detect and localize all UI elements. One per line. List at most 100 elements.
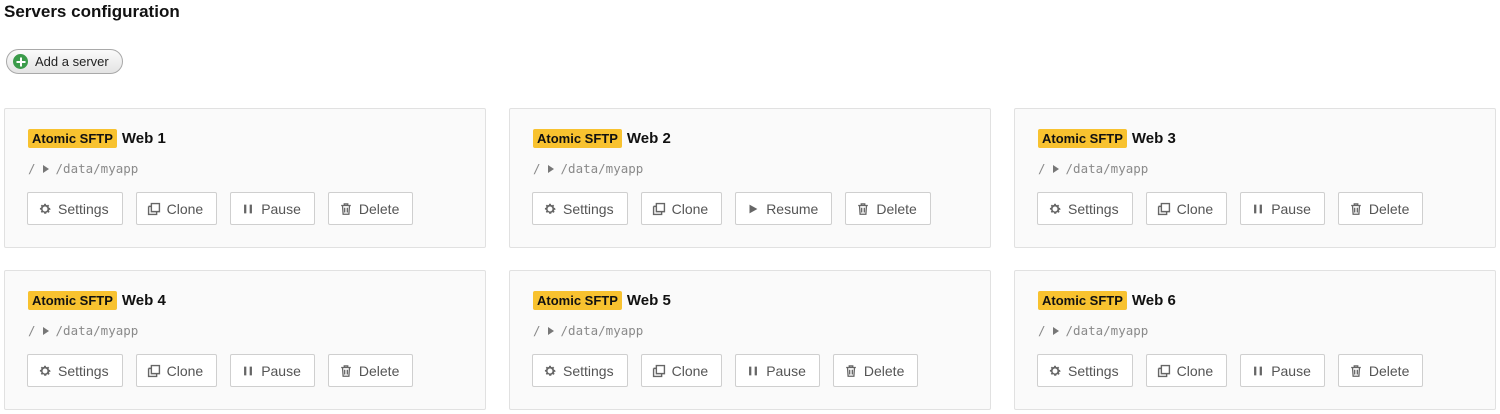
path-root: /: [28, 323, 36, 338]
pause-label: Pause: [766, 362, 806, 379]
delete-button[interactable]: Delete: [327, 354, 414, 387]
server-type-badge: Atomic SFTP: [1038, 291, 1127, 310]
page-title: Servers configuration: [4, 2, 180, 21]
trash-icon: [1349, 364, 1363, 378]
server-title: Atomic SFTP Web 2: [533, 129, 671, 148]
delete-button[interactable]: Delete: [832, 354, 919, 387]
pause-icon: [241, 364, 255, 378]
trash-icon: [844, 364, 858, 378]
settings-label: Settings: [563, 200, 614, 217]
pause-icon: [1251, 202, 1265, 216]
pause-button[interactable]: Pause: [230, 354, 315, 387]
server-type-badge: Atomic SFTP: [28, 291, 117, 310]
pause-button[interactable]: Pause: [230, 192, 315, 225]
server-name: Web 2: [626, 130, 671, 147]
trash-icon: [339, 364, 353, 378]
clone-button[interactable]: Clone: [640, 354, 723, 387]
resume-label: Resume: [766, 200, 819, 217]
add-icon: [13, 54, 28, 69]
clone-icon: [652, 364, 666, 378]
trash-icon: [1349, 202, 1363, 216]
clone-label: Clone: [1176, 362, 1214, 379]
delete-button[interactable]: Delete: [327, 192, 414, 225]
server-actions: Settings Clone Pause Delete: [27, 354, 414, 387]
path-arrow-icon: [42, 326, 49, 335]
path-arrow-icon: [1052, 326, 1059, 335]
server-card: Atomic SFTP Web 4 / /data/myapp Settings…: [4, 270, 486, 410]
server-path: / /data/myapp: [533, 323, 643, 338]
delete-label: Delete: [876, 200, 917, 217]
pause-icon: [241, 202, 255, 216]
pause-icon: [1251, 364, 1265, 378]
gear-icon: [1048, 364, 1062, 378]
settings-button[interactable]: Settings: [532, 192, 628, 225]
path-root: /: [1038, 161, 1046, 176]
delete-button[interactable]: Delete: [1337, 192, 1424, 225]
clone-label: Clone: [671, 200, 709, 217]
path-root: /: [533, 323, 541, 338]
settings-button[interactable]: Settings: [532, 354, 628, 387]
delete-label: Delete: [1368, 200, 1410, 217]
server-type-badge: Atomic SFTP: [1038, 129, 1127, 148]
server-card: Atomic SFTP Web 1 / /data/myapp Settings…: [4, 108, 486, 248]
path-arrow-icon: [547, 326, 554, 335]
settings-label: Settings: [1068, 362, 1119, 379]
add-server-button[interactable]: Add a server: [6, 49, 123, 74]
delete-button[interactable]: Delete: [1337, 354, 1424, 387]
add-server-label: Add a server: [35, 54, 109, 69]
server-name: Web 3: [1131, 130, 1176, 147]
server-name: Web 6: [1131, 292, 1176, 309]
clone-icon: [147, 202, 161, 216]
delete-button[interactable]: Delete: [845, 192, 931, 225]
settings-button[interactable]: Settings: [27, 192, 123, 225]
path-value: /data/myapp: [1065, 323, 1149, 338]
server-name: Web 5: [626, 292, 671, 309]
pause-button[interactable]: Pause: [1240, 354, 1325, 387]
gear-icon: [543, 364, 557, 378]
clone-icon: [1157, 202, 1171, 216]
clone-button[interactable]: Clone: [135, 354, 218, 387]
server-actions: Settings Clone Resume Delete: [532, 192, 931, 225]
pause-button[interactable]: Pause: [735, 354, 820, 387]
clone-button[interactable]: Clone: [1145, 192, 1228, 225]
server-card: Atomic SFTP Web 6 / /data/myapp Settings…: [1014, 270, 1496, 410]
server-type-badge: Atomic SFTP: [28, 129, 117, 148]
server-card: Atomic SFTP Web 5 / /data/myapp Settings…: [509, 270, 991, 410]
server-actions: Settings Clone Pause Delete: [1037, 192, 1424, 225]
path-value: /data/myapp: [1065, 161, 1149, 176]
delete-label: Delete: [358, 362, 400, 379]
settings-button[interactable]: Settings: [27, 354, 123, 387]
server-card: Atomic SFTP Web 3 / /data/myapp Settings…: [1014, 108, 1496, 248]
server-actions: Settings Clone Pause Delete: [1037, 354, 1424, 387]
server-card: Atomic SFTP Web 2 / /data/myapp Settings…: [509, 108, 991, 248]
pause-label: Pause: [1271, 200, 1311, 217]
clone-button[interactable]: Clone: [135, 192, 218, 225]
server-type-badge: Atomic SFTP: [533, 291, 622, 310]
server-title: Atomic SFTP Web 4: [28, 291, 166, 310]
settings-button[interactable]: Settings: [1037, 354, 1133, 387]
pause-button[interactable]: Pause: [1240, 192, 1325, 225]
path-root: /: [28, 161, 36, 176]
clone-button[interactable]: Clone: [640, 192, 723, 225]
path-value: /data/myapp: [560, 161, 644, 176]
server-title: Atomic SFTP Web 3: [1038, 129, 1176, 148]
delete-label: Delete: [358, 200, 400, 217]
clone-button[interactable]: Clone: [1145, 354, 1228, 387]
resume-button[interactable]: Resume: [735, 192, 833, 225]
server-title: Atomic SFTP Web 6: [1038, 291, 1176, 310]
server-path: / /data/myapp: [533, 161, 643, 176]
pause-icon: [746, 364, 760, 378]
server-path: / /data/myapp: [1038, 161, 1148, 176]
settings-label: Settings: [58, 362, 109, 379]
settings-button[interactable]: Settings: [1037, 192, 1133, 225]
clone-label: Clone: [1176, 200, 1214, 217]
pause-label: Pause: [1271, 362, 1311, 379]
server-title: Atomic SFTP Web 1: [28, 129, 166, 148]
clone-icon: [1157, 364, 1171, 378]
delete-label: Delete: [1368, 362, 1410, 379]
path-arrow-icon: [1052, 164, 1059, 173]
pause-label: Pause: [261, 362, 301, 379]
gear-icon: [38, 364, 52, 378]
gear-icon: [1048, 202, 1062, 216]
clone-label: Clone: [671, 362, 709, 379]
